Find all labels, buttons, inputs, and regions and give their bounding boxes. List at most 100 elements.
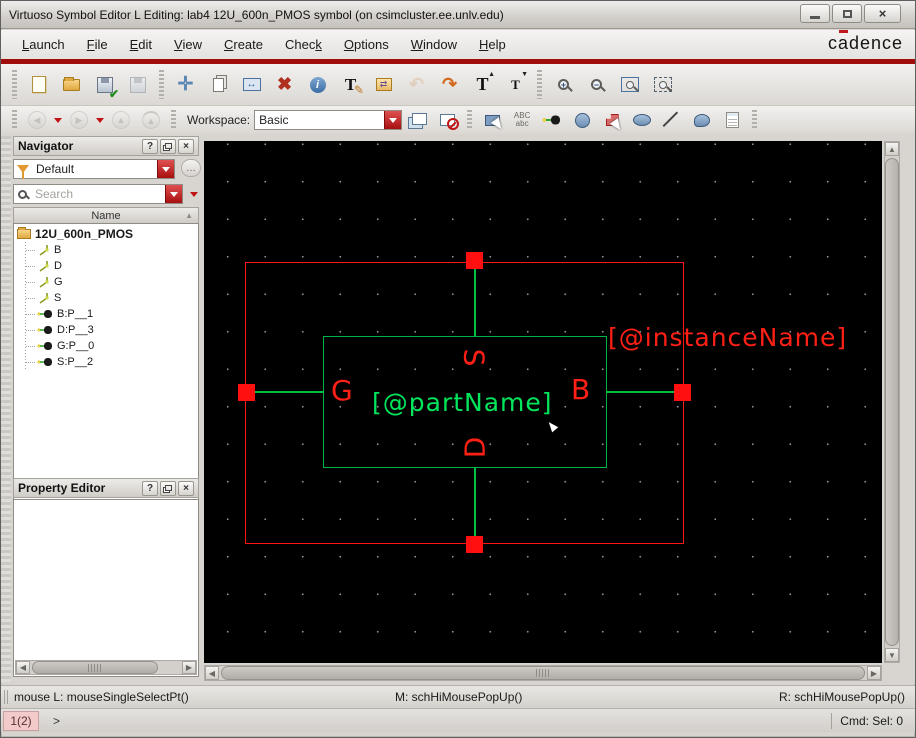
- tree-item-wire[interactable]: B: [17, 242, 198, 258]
- menu-options[interactable]: Options: [335, 34, 398, 55]
- navigator-float-button[interactable]: [160, 138, 176, 154]
- property-editor-header[interactable]: Property Editor ? ×: [13, 478, 199, 498]
- go-top-button[interactable]: ▲: [139, 109, 163, 131]
- navigator-close-button[interactable]: ×: [178, 138, 194, 154]
- line-tool-button[interactable]: [660, 109, 684, 131]
- pin-handle-top[interactable]: [466, 252, 483, 269]
- undo-button[interactable]: ↶: [403, 71, 430, 98]
- note-tool-button[interactable]: [720, 109, 744, 131]
- canvas-vscrollbar[interactable]: ▲ ▼: [884, 141, 900, 663]
- selection-tool-button[interactable]: [480, 109, 505, 132]
- property-editor-hscrollbar[interactable]: ◀ ▶: [15, 660, 197, 675]
- navigator-filter-combo[interactable]: Default: [13, 159, 175, 179]
- name-column-header[interactable]: Name ▲: [13, 207, 199, 224]
- check-and-save-button[interactable]: ✔: [91, 71, 119, 101]
- zoom-fit-button[interactable]: [616, 71, 643, 98]
- close-button[interactable]: ×: [864, 4, 901, 23]
- toolbar-grip[interactable]: [171, 110, 176, 130]
- scroll-down-button[interactable]: ▼: [885, 648, 899, 662]
- scroll-thumb[interactable]: [221, 666, 865, 680]
- property-editor-close-button[interactable]: ×: [178, 480, 194, 496]
- arc-tool-button[interactable]: [690, 109, 714, 131]
- command-prompt[interactable]: >: [53, 714, 60, 728]
- up-button[interactable]: ▲: [109, 109, 133, 131]
- part-name-label[interactable]: [@partName]: [372, 388, 553, 417]
- pin-stub-right[interactable]: [607, 391, 676, 393]
- tree-item-pin[interactable]: B:P__1: [17, 306, 198, 322]
- tree-item-wire[interactable]: S: [17, 290, 198, 306]
- decrease-text-size-button[interactable]: T ▼: [502, 71, 529, 98]
- tree-item-pin[interactable]: G:P__0: [17, 338, 198, 354]
- menu-window[interactable]: Window: [402, 34, 466, 55]
- workspace-combo[interactable]: Basic: [254, 110, 403, 130]
- forward-button[interactable]: ▶: [67, 109, 91, 131]
- instance-tool-button[interactable]: [600, 109, 625, 133]
- pin-tool-button[interactable]: [540, 109, 564, 131]
- pin-handle-right[interactable]: [674, 384, 691, 401]
- circle-tool-button[interactable]: [570, 109, 594, 131]
- pin-label-g[interactable]: G: [331, 374, 353, 407]
- search-input[interactable]: Search: [31, 187, 165, 201]
- label-tool-button[interactable]: ABC abc: [510, 109, 534, 131]
- filter-dropdown-button[interactable]: [157, 160, 174, 178]
- tree-item-pin[interactable]: D:P__3: [17, 322, 198, 338]
- menu-view[interactable]: View: [165, 34, 211, 55]
- open-button[interactable]: [58, 71, 85, 98]
- increase-text-size-button[interactable]: T ▲: [469, 71, 496, 98]
- move-button[interactable]: ✛: [172, 71, 199, 98]
- workspace-dropdown-button[interactable]: [384, 111, 402, 129]
- copy-button[interactable]: [205, 71, 232, 98]
- scroll-left-button[interactable]: ◀: [16, 661, 30, 674]
- new-cellview-button[interactable]: [25, 71, 52, 98]
- pin-stub-left[interactable]: [253, 391, 323, 393]
- zoom-to-selected-button[interactable]: [649, 71, 676, 98]
- canvas-hscrollbar[interactable]: ◀ ▶: [204, 665, 882, 681]
- pin-stub-top[interactable]: [474, 268, 476, 336]
- navigator-help-button[interactable]: ?: [142, 138, 158, 154]
- minimize-button[interactable]: [800, 4, 830, 23]
- dock-handle[interactable]: [1, 136, 11, 682]
- scroll-left-button[interactable]: ◀: [205, 666, 219, 680]
- tree-item-cell[interactable]: 12U_600n_PMOS: [17, 226, 198, 242]
- scroll-up-button[interactable]: ▲: [885, 142, 899, 156]
- pin-label-b[interactable]: B: [571, 373, 590, 406]
- menu-check[interactable]: Check: [276, 34, 331, 55]
- menu-create[interactable]: Create: [215, 34, 272, 55]
- navigator-header[interactable]: Navigator ? ×: [13, 136, 199, 156]
- toolbar-grip[interactable]: [12, 110, 17, 130]
- delete-button[interactable]: ✖: [271, 71, 298, 98]
- zoom-in-button[interactable]: +: [550, 71, 577, 98]
- properties-button[interactable]: i: [304, 71, 331, 98]
- tree-item-wire[interactable]: D: [17, 258, 198, 274]
- title-bar[interactable]: Virtuoso Symbol Editor L Editing: lab4 1…: [1, 1, 915, 29]
- back-button[interactable]: ◀: [25, 109, 49, 131]
- edit-labels-button[interactable]: T ✎: [337, 71, 364, 98]
- toolbar-grip[interactable]: [467, 110, 473, 130]
- property-editor-button[interactable]: ⇄: [370, 71, 397, 98]
- menu-help[interactable]: Help: [470, 34, 515, 55]
- toolbar-grip[interactable]: [537, 70, 542, 99]
- zoom-out-button[interactable]: −: [583, 71, 610, 98]
- toolbar-grip[interactable]: [159, 70, 164, 99]
- pin-handle-bottom[interactable]: [466, 536, 483, 553]
- stretch-button[interactable]: ↔: [238, 71, 265, 98]
- ellipse-tool-button[interactable]: [630, 109, 654, 131]
- redo-button[interactable]: ↷: [436, 71, 463, 98]
- delete-workspace-button[interactable]: [435, 109, 459, 131]
- menu-edit[interactable]: Edit: [121, 34, 161, 55]
- scroll-thumb[interactable]: [32, 661, 158, 674]
- scroll-right-button[interactable]: ▶: [182, 661, 196, 674]
- navigator-search-box[interactable]: Search: [13, 184, 183, 204]
- pin-stub-bottom[interactable]: [474, 468, 476, 536]
- tree-item-wire[interactable]: G: [17, 274, 198, 290]
- scroll-right-button[interactable]: ▶: [867, 666, 881, 680]
- pin-handle-left[interactable]: [238, 384, 255, 401]
- save-workspace-button[interactable]: [405, 109, 429, 131]
- toolbar-grip[interactable]: [12, 70, 17, 99]
- search-dropdown-button[interactable]: [165, 185, 182, 203]
- pin-label-d[interactable]: D: [458, 437, 491, 459]
- maximize-button[interactable]: [832, 4, 862, 23]
- toolbar-grip[interactable]: [752, 110, 758, 130]
- scroll-thumb[interactable]: [885, 158, 899, 646]
- menu-launch[interactable]: Launch: [13, 34, 74, 55]
